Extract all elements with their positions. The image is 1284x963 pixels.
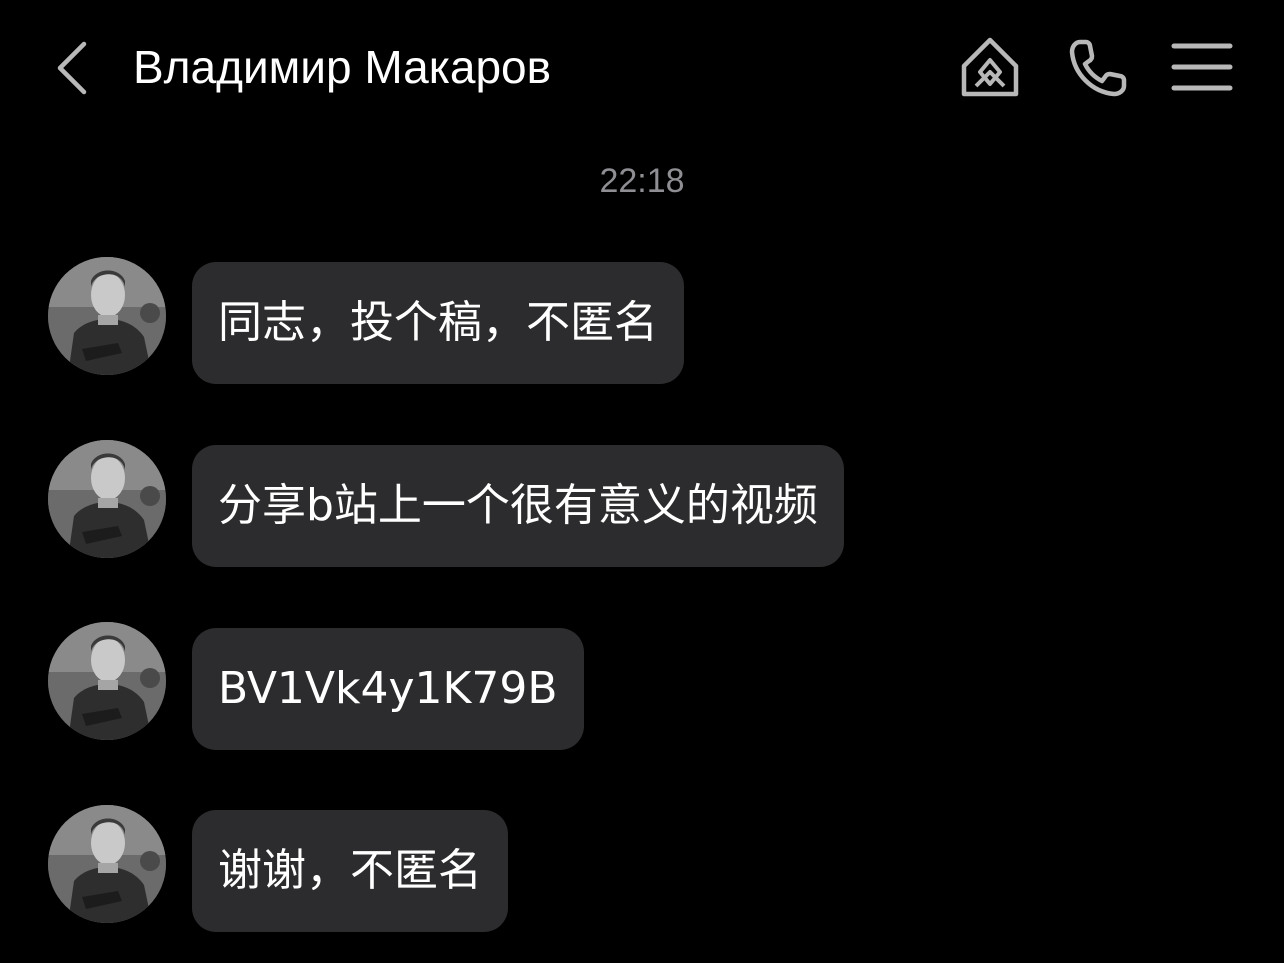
home-diamond-icon [961, 37, 1019, 97]
message-bubble[interactable]: BV1Vk4y1K79B [192, 628, 584, 750]
avatar[interactable] [48, 440, 166, 558]
avatar[interactable] [48, 257, 166, 375]
back-button[interactable] [50, 38, 100, 96]
chat-header: Владимир Макаров [0, 0, 1284, 135]
menu-icon [1171, 43, 1233, 91]
message-text: 同志，投个稿，不匿名 [218, 297, 658, 348]
home-button[interactable] [958, 36, 1022, 100]
chevron-left-icon [57, 41, 87, 95]
phone-icon [1069, 39, 1127, 97]
message-bubble[interactable]: 同志，投个稿，不匿名 [192, 262, 684, 384]
message-bubble[interactable]: 谢谢，不匿名 [192, 810, 508, 932]
message-bubble[interactable]: 分享b站上一个很有意义的视频 [192, 445, 844, 567]
avatar[interactable] [48, 622, 166, 740]
message-timestamp: 22:18 [599, 162, 685, 200]
page-title: Владимир Макаров [133, 41, 552, 93]
message-text: 分享b站上一个很有意义的视频 [218, 480, 818, 531]
message-text: 谢谢，不匿名 [218, 845, 482, 896]
message-text: BV1Vk4y1K79B [218, 663, 558, 714]
call-button[interactable] [1066, 36, 1130, 100]
avatar[interactable] [48, 805, 166, 923]
more-menu-button[interactable] [1170, 36, 1234, 100]
